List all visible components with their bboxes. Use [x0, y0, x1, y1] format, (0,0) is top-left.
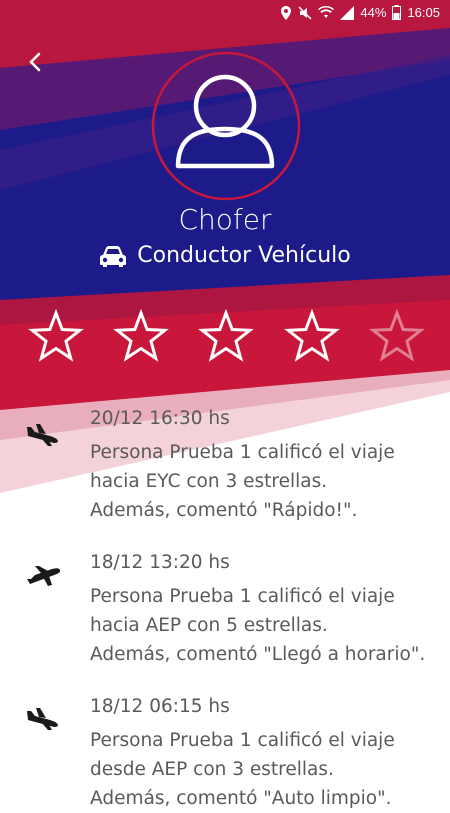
clock: 16:05 — [407, 5, 440, 20]
feed-item-line: hacia EYC con 3 estrellas. — [90, 471, 328, 492]
star-4-icon[interactable] — [284, 309, 340, 362]
feed-item-line: Persona Prueba 1 calificó el viaje — [90, 730, 395, 751]
star-2-icon[interactable] — [113, 309, 169, 362]
feed-item-line: desde AEP con 3 estrellas. — [90, 759, 334, 780]
battery-icon — [392, 5, 402, 20]
feed-item-line: Persona Prueba 1 calificó el viaje — [90, 586, 395, 607]
feed-item-message: Persona Prueba 1 calificó el viaje hacia … — [90, 582, 445, 669]
battery-percent: 44% — [360, 5, 387, 20]
status-bar: 44% 16:05 — [0, 0, 450, 28]
feed-item-line: Además, comentó "Auto limpio". — [90, 788, 392, 809]
profile-name: Chofer — [178, 203, 272, 236]
feed-item-date: 18/12 13:20 hs — [90, 552, 230, 573]
feed-item-message: Persona Prueba 1 calificó el viaje hacia … — [90, 438, 445, 525]
role-label: Conductor Vehículo — [137, 243, 351, 268]
plane-landing-icon — [27, 708, 58, 730]
feed-item-line: Además, comentó "Llegó a horario". — [90, 644, 426, 665]
feed-item-line: hacia AEP con 5 estrellas. — [90, 615, 328, 636]
wifi-icon — [318, 5, 335, 18]
plane-takeoff-icon — [27, 566, 61, 586]
plane-landing-icon — [27, 424, 58, 446]
feed-item-date: 18/12 06:15 hs — [90, 696, 230, 717]
feed-item-line: Además, comentó "Rápido!". — [90, 500, 358, 521]
avatar — [151, 51, 301, 201]
chevron-left-icon — [29, 52, 41, 72]
star-1-icon[interactable] — [28, 309, 84, 362]
car-icon — [100, 245, 127, 267]
signal-icon — [340, 5, 355, 20]
profile-role: Conductor Vehículo — [0, 243, 450, 268]
star-3-icon[interactable] — [198, 309, 254, 362]
location-icon — [281, 5, 292, 20]
rating-stars — [28, 309, 425, 362]
mute-icon — [298, 5, 312, 20]
feed-item-line: Persona Prueba 1 calificó el viaje — [90, 442, 395, 463]
back-button[interactable] — [22, 46, 50, 78]
feed-item-date: 20/12 16:30 hs — [90, 408, 230, 429]
star-5-icon[interactable] — [369, 309, 425, 362]
